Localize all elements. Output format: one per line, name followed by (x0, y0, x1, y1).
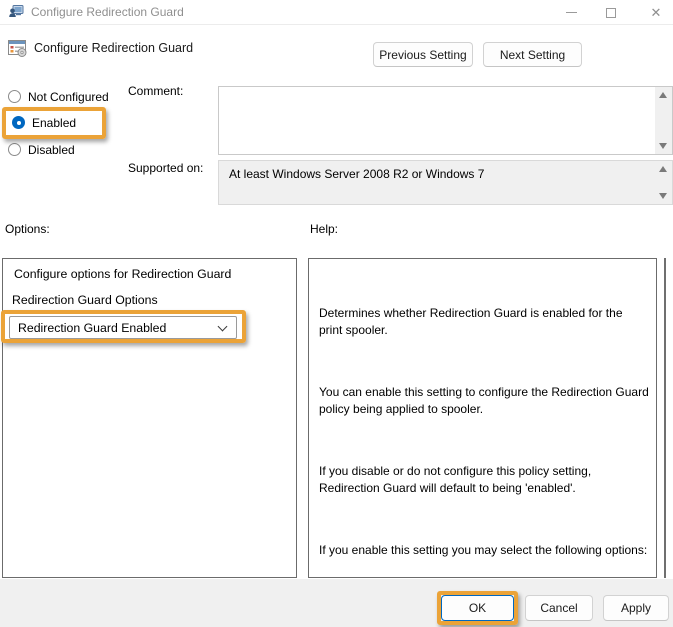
maximize-button[interactable] (596, 0, 626, 25)
radio-circle-unchecked[interactable] (8, 90, 21, 103)
scroll-down-icon[interactable] (659, 193, 667, 199)
radio-label: Disabled (28, 142, 75, 157)
help-paragraph: Determines whether Redirection Guard is … (319, 306, 626, 337)
group-policy-app-icon (8, 4, 24, 20)
redirection-guard-dropdown[interactable]: Redirection Guard Enabled (9, 316, 237, 339)
supported-on-value: At least Windows Server 2008 R2 or Windo… (229, 167, 485, 181)
comment-textarea[interactable] (218, 86, 673, 155)
configure-redirection-guard-dialog: Configure Redirection Guard ✕ Configure … (0, 0, 673, 627)
dropdown-label: Redirection Guard Options (12, 293, 158, 307)
close-button[interactable]: ✕ (641, 0, 671, 25)
radio-label: Not Configured (28, 89, 109, 104)
scroll-up-icon[interactable] (659, 166, 667, 172)
radio-enabled[interactable]: Enabled (12, 114, 76, 131)
radio-circle-unchecked[interactable] (8, 143, 21, 156)
scroll-up-icon[interactable] (659, 92, 667, 98)
previous-setting-button[interactable]: Previous Setting (373, 42, 473, 67)
radio-disabled[interactable]: Disabled (8, 141, 75, 158)
supported-on-field: At least Windows Server 2008 R2 or Windo… (218, 160, 673, 205)
options-label: Options: (5, 222, 50, 236)
supported-on-label: Supported on: (128, 161, 204, 175)
help-paragraph: You can enable this setting to configure… (319, 385, 653, 416)
radio-not-configured[interactable]: Not Configured (8, 88, 109, 105)
help-scrollbar-thumb[interactable] (664, 258, 666, 578)
help-paragraph: If you disable or do not configure this … (319, 464, 595, 495)
comment-scrollbar[interactable] (655, 87, 672, 154)
help-panel: Determines whether Redirection Guard is … (308, 258, 657, 578)
help-paragraph: If you enable this setting you may selec… (319, 543, 648, 557)
window-title: Configure Redirection Guard (31, 5, 184, 19)
cancel-button[interactable]: Cancel (525, 595, 593, 621)
chevron-down-icon (217, 321, 228, 332)
minimize-button[interactable] (556, 0, 586, 25)
maximize-icon (606, 7, 616, 18)
supported-scrollbar[interactable] (655, 161, 672, 204)
options-heading: Configure options for Redirection Guard (14, 267, 232, 281)
help-label: Help: (310, 222, 339, 236)
minimize-icon (565, 12, 577, 13)
comment-label: Comment: (128, 84, 184, 98)
setting-title: Configure Redirection Guard (34, 41, 194, 55)
dropdown-selected-value: Redirection Guard Enabled (18, 320, 167, 335)
options-panel: Configure options for Redirection Guard … (2, 258, 297, 578)
help-text: Determines whether Redirection Guard is … (319, 271, 653, 577)
ok-button[interactable]: OK (441, 595, 514, 621)
policy-setting-icon (8, 40, 28, 62)
radio-circle-checked[interactable] (12, 116, 25, 129)
title-bar: Configure Redirection Guard ✕ (0, 0, 673, 25)
radio-label: Enabled (32, 115, 77, 130)
apply-button[interactable]: Apply (603, 595, 669, 621)
next-setting-button[interactable]: Next Setting (483, 42, 582, 67)
scroll-down-icon[interactable] (659, 143, 667, 149)
